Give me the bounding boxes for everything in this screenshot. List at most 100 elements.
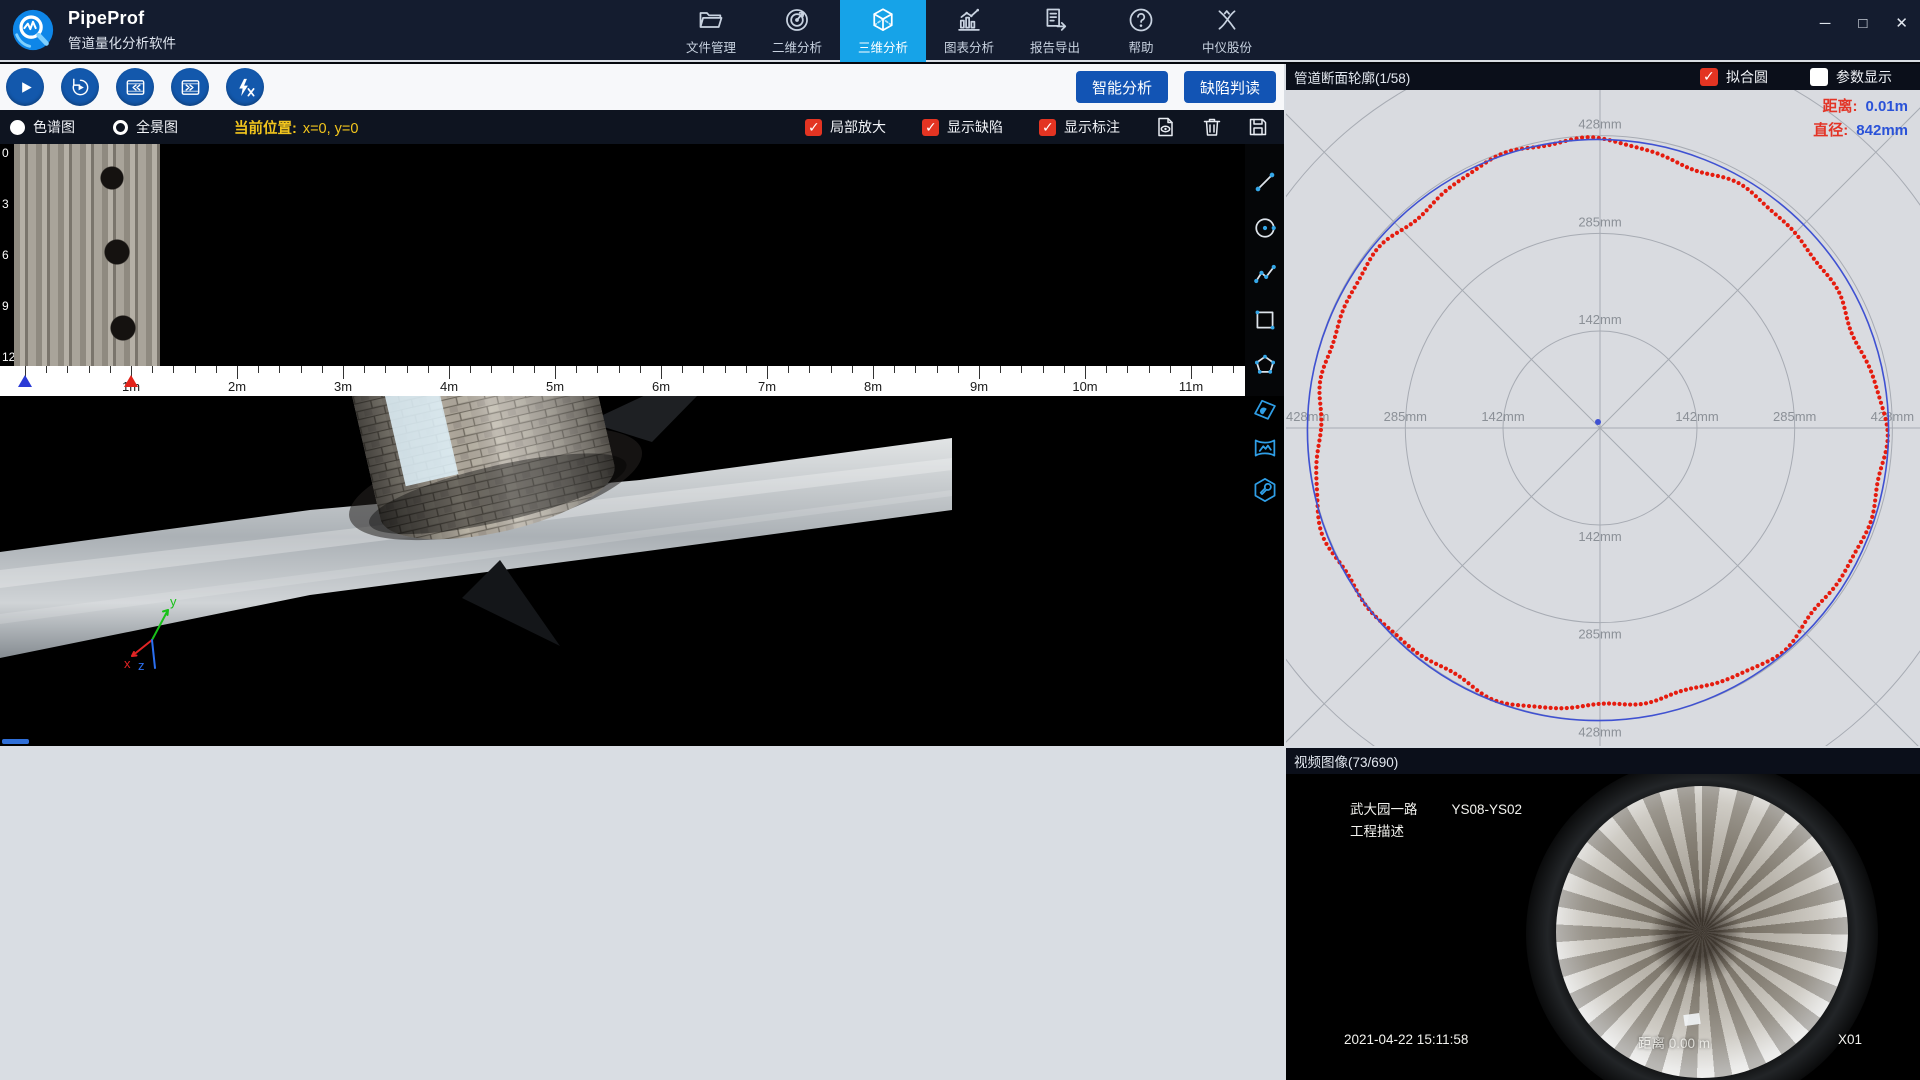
main-nav: 文件管理二维分析三维分析图表分析报告导出帮助中仪股份 xyxy=(668,0,1270,62)
polyline-tool-icon[interactable] xyxy=(1251,260,1279,288)
checkbox-label: 显示标注 xyxy=(1064,117,1120,137)
minimize-button[interactable]: ─ xyxy=(1820,15,1831,32)
ruler-label: 7m xyxy=(758,379,776,394)
nav-item-图表分析[interactable]: 图表分析 xyxy=(926,0,1012,62)
ruler-tick xyxy=(894,366,895,373)
frame-back-button[interactable] xyxy=(116,68,154,106)
status-toolbar: 色谱图 全景图 当前位置:x=0, y=0 局部放大 显示缺陷 显示标注 xyxy=(0,110,1284,144)
ruler-tick xyxy=(1170,366,1171,373)
profile-panel-checkboxes: 拟合圆 参数显示 xyxy=(1700,67,1892,87)
play-button[interactable] xyxy=(6,68,44,106)
profile-panel: 管道断面轮廓(1/58) 拟合圆参数显示 142mm142mm142mm142m… xyxy=(1286,64,1920,746)
ruler-tick xyxy=(322,366,323,373)
nav-item-文件管理[interactable]: 文件管理 xyxy=(668,0,754,62)
svg-text:285mm: 285mm xyxy=(1773,409,1816,424)
ruler-tick xyxy=(1127,366,1128,373)
ruler-tick xyxy=(152,366,153,373)
overlay-section: YS08-YS02 xyxy=(1452,802,1523,817)
profile-checkbox[interactable]: 参数显示 xyxy=(1810,67,1892,87)
horizontal-scrollbar[interactable] xyxy=(2,739,29,744)
ruler-tick xyxy=(343,366,344,379)
distance-ruler[interactable]: 1m2m3m4m5m6m7m8m9m10m11m xyxy=(0,366,1245,396)
svg-text:428mm: 428mm xyxy=(1578,724,1621,739)
depth-scale-label: 3 xyxy=(2,197,9,211)
svg-text:142mm: 142mm xyxy=(1675,409,1718,424)
ruler-tick xyxy=(788,366,789,373)
settings-wrench-icon[interactable] xyxy=(1251,476,1279,504)
axis-y-label: y xyxy=(170,594,177,609)
start-marker[interactable] xyxy=(18,375,32,387)
video-timestamp: 2021-04-22 15:11:58 xyxy=(1344,1032,1468,1047)
radio-label: 色谱图 xyxy=(33,117,75,137)
close-button[interactable]: ✕ xyxy=(1895,14,1908,32)
ruler-label: 9m xyxy=(970,379,988,394)
chromatogram-view[interactable]: 036912 xyxy=(0,144,1245,366)
title-bar: PipeProf 管道量化分析软件 文件管理二维分析三维分析图表分析报告导出帮助… xyxy=(0,0,1920,62)
reading-row: 直径:842mm xyxy=(1813,119,1908,140)
nav-item-中仪股份[interactable]: 中仪股份 xyxy=(1184,0,1270,62)
frame-forward-button[interactable] xyxy=(171,68,209,106)
ruler-tick xyxy=(46,366,47,373)
delete-icon[interactable] xyxy=(1200,115,1224,139)
position-value: x=0, y=0 xyxy=(303,121,359,137)
nav-item-三维分析[interactable]: 三维分析 xyxy=(840,0,926,62)
polygon-tool-icon[interactable] xyxy=(1251,352,1279,380)
replay-button[interactable] xyxy=(61,68,99,106)
action-智能分析[interactable]: 智能分析 xyxy=(1076,71,1168,103)
nav-item-label: 报告导出 xyxy=(1030,37,1080,56)
current-position: 当前位置:x=0, y=0 xyxy=(234,117,358,138)
texture-paint-icon[interactable] xyxy=(1251,392,1279,420)
ruler-tick xyxy=(428,366,429,373)
radio-全景图[interactable]: 全景图 xyxy=(113,117,178,137)
ruler-tick xyxy=(555,366,556,379)
chromatogram-row: 036912 1m2m3m4m5m6m7m8m9m10m11m xyxy=(0,144,1284,396)
frame-forward-icon xyxy=(179,76,202,99)
export-image-icon[interactable] xyxy=(1154,115,1178,139)
ruler-tick xyxy=(979,366,980,379)
rect-tool-icon[interactable] xyxy=(1251,306,1279,334)
profile-checkbox[interactable]: 拟合圆 xyxy=(1700,67,1768,87)
ruler-tick xyxy=(746,366,747,373)
profile-panel-title: 管道断面轮廓(1/58) xyxy=(1294,67,1410,87)
line-tool-icon[interactable] xyxy=(1251,168,1279,196)
checkbox-box xyxy=(1700,68,1718,86)
ruler-tick xyxy=(1064,366,1065,373)
status-icons xyxy=(1154,115,1270,139)
ruler-tick xyxy=(1106,366,1107,373)
current-marker[interactable] xyxy=(124,375,138,387)
depth-scale-label: 0 xyxy=(2,146,9,160)
nav-item-帮助[interactable]: 帮助 xyxy=(1098,0,1184,62)
ruler-tick xyxy=(1085,366,1086,379)
video-frame[interactable]: 武大园一路YS08-YS02 工程描述 2021-04-22 15:11:58 … xyxy=(1286,774,1920,1080)
ruler-tick xyxy=(110,366,111,373)
circle-tool-icon[interactable] xyxy=(1251,214,1279,242)
folder-icon xyxy=(697,6,725,34)
ruler-tick xyxy=(534,366,535,373)
ruler-tick xyxy=(1021,366,1022,373)
nav-item-报告导出[interactable]: 报告导出 xyxy=(1012,0,1098,62)
status-checkbox[interactable]: 显示标注 xyxy=(1039,117,1120,137)
playback-buttons xyxy=(6,68,264,106)
save-icon[interactable] xyxy=(1246,115,1270,139)
depth-scale-label: 6 xyxy=(2,248,9,262)
status-checkbox[interactable]: 显示缺陷 xyxy=(922,117,1003,137)
ruler-label: 4m xyxy=(440,379,458,394)
ruler-tick xyxy=(640,366,641,373)
ruler-tick xyxy=(576,366,577,373)
status-checkbox[interactable]: 局部放大 xyxy=(805,117,886,137)
nav-item-二维分析[interactable]: 二维分析 xyxy=(754,0,840,62)
profile-plot[interactable]: 142mm142mm142mm142mm285mm285mm285mm285mm… xyxy=(1286,90,1920,746)
ruler-tick xyxy=(682,366,683,373)
svg-text:142mm: 142mm xyxy=(1481,409,1524,424)
maximize-button[interactable]: □ xyxy=(1858,15,1867,32)
unwrap-image-icon[interactable] xyxy=(1251,434,1279,462)
app-subtitle: 管道量化分析软件 xyxy=(68,32,176,52)
draw-tool-column xyxy=(1245,144,1284,396)
profile-readings: 距离:0.01m直径:842mm xyxy=(1813,95,1908,143)
checkbox-label: 拟合圆 xyxy=(1726,67,1768,87)
video-camera-id: X01 xyxy=(1838,1032,1862,1047)
view-mode-radios: 色谱图 全景图 xyxy=(10,117,178,137)
action-缺陷判读[interactable]: 缺陷判读 xyxy=(1184,71,1276,103)
speed-button[interactable] xyxy=(226,68,264,106)
radio-色谱图[interactable]: 色谱图 xyxy=(10,117,75,137)
